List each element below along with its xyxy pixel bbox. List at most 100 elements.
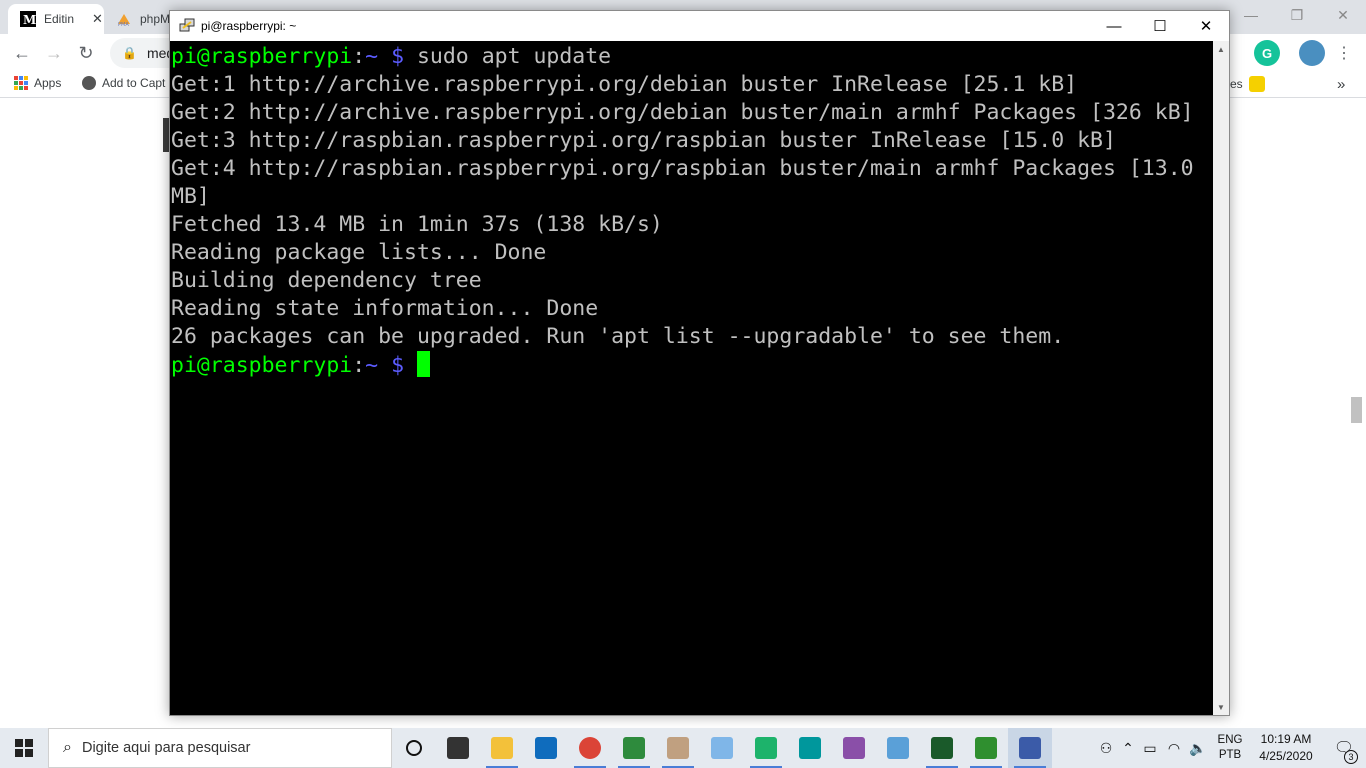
lock-icon: 🔒 <box>122 46 137 60</box>
terminal-output-line: Get:2 http://archive.raspberrypi.org/deb… <box>171 100 1194 125</box>
putty-icon <box>1019 737 1041 759</box>
page-scrollbar-thumb[interactable] <box>1351 397 1362 423</box>
spreadsheet-app-taskbar-button[interactable] <box>612 728 656 768</box>
network-tool-taskbar-button[interactable] <box>876 728 920 768</box>
terminal-scrollbar[interactable]: ▲ ▼ <box>1213 41 1229 715</box>
terminal-prompt-line[interactable]: pi@raspberrypi:~ $ <box>171 351 1213 379</box>
reload-icon[interactable]: ↻ <box>72 40 100 66</box>
file-explorer-taskbar-button[interactable] <box>480 728 524 768</box>
prompt-user: pi@raspberrypi <box>171 353 353 378</box>
search-placeholder: Digite aqui para pesquisar <box>81 740 251 756</box>
chrome-taskbar-button[interactable] <box>568 728 612 768</box>
prompt-colon: : <box>352 44 366 69</box>
terminal-title-bar[interactable]: pi@raspberrypi: ~ — ☐ ✕ <box>170 11 1229 41</box>
bookmark-fragment[interactable]: es <box>1230 76 1265 92</box>
codeblocks-1-icon <box>931 737 953 759</box>
close-icon[interactable]: ✕ <box>1320 0 1366 30</box>
terminal-output-area[interactable]: pi@raspberrypi:~ $ sudo apt update Get:1… <box>170 41 1213 715</box>
terminal-output-line: MB] <box>171 184 210 209</box>
volume-icon[interactable]: 🔈 <box>1186 740 1210 757</box>
terminal-output-line: Building dependency tree <box>171 268 482 293</box>
bookmark-add-to[interactable]: Add to Capt <box>82 76 165 90</box>
back-arrow-icon[interactable]: ← <box>8 40 36 66</box>
notepad-app-icon <box>711 737 733 759</box>
tab-close-icon[interactable]: ✕ <box>92 11 103 27</box>
wifi-icon[interactable]: ◠ <box>1162 740 1186 757</box>
smiley-bookmark-icon <box>1248 76 1265 92</box>
terminal-window-controls: — ☐ ✕ <box>1091 11 1229 41</box>
language-code: ENG <box>1217 734 1243 746</box>
scroll-up-arrow-icon[interactable]: ▲ <box>1213 41 1229 57</box>
prompt-path: ~ <box>365 353 379 378</box>
tab-label: Editin <box>44 12 75 26</box>
tab-label: phpM <box>140 12 171 26</box>
codeblocks-2-icon <box>975 737 997 759</box>
prompt-path: ~ <box>365 44 379 69</box>
forward-arrow-icon[interactable]: → <box>40 40 68 66</box>
start-button[interactable] <box>0 728 48 768</box>
windows-logo-icon <box>15 739 33 757</box>
node-editor-icon <box>755 737 777 759</box>
clock-time: 10:19 AM <box>1260 732 1312 746</box>
putty-taskbar-button[interactable] <box>1008 728 1052 768</box>
creature-app-icon <box>843 737 865 759</box>
action-center-button[interactable]: 🗨 3 <box>1322 738 1366 764</box>
taskbar-apps <box>436 728 1052 768</box>
svg-text:PMA: PMA <box>118 22 129 27</box>
bookmark-apps[interactable]: Apps <box>14 76 61 90</box>
tab-editing[interactable]: M Editin ✕ <box>8 4 104 34</box>
globe-icon <box>82 76 96 90</box>
battery-icon[interactable]: ▭ <box>1138 740 1162 757</box>
search-icon: ⌕ <box>63 739 72 756</box>
terminal-cursor <box>416 351 430 377</box>
people-icon[interactable]: ⚇ <box>1094 740 1118 757</box>
prompt-user: pi@raspberrypi <box>171 44 353 69</box>
grammarly-icon[interactable]: G <box>1254 40 1280 66</box>
arduino-icon <box>799 737 821 759</box>
task-view-icon <box>447 737 469 759</box>
input-language-indicator[interactable]: ENG PTB <box>1210 733 1250 763</box>
putty-icon <box>179 18 195 32</box>
restore-icon[interactable]: ❐ <box>1274 0 1320 30</box>
menu-kebab-icon[interactable]: ⋮ <box>1330 40 1358 66</box>
bookmark-label: Add to Capt <box>102 76 166 90</box>
minimize-icon[interactable]: — <box>1228 0 1274 30</box>
scroll-down-arrow-icon[interactable]: ▼ <box>1213 699 1229 715</box>
minimize-icon[interactable]: — <box>1091 11 1137 41</box>
taskbar-search-box[interactable]: ⌕ Digite aqui para pesquisar <box>48 728 392 768</box>
cortana-icon[interactable] <box>392 728 436 768</box>
windows-taskbar: ⌕ Digite aqui para pesquisar ⚇ ⌃ ▭ ◠ 🔈 E… <box>0 728 1366 768</box>
terminal-output-line: Get:4 http://raspbian.raspberrypi.org/ra… <box>171 156 1194 181</box>
clock[interactable]: 10:19 AM 4/25/2020 <box>1250 731 1322 765</box>
terminal-output-line: 26 packages can be upgraded. Run 'apt li… <box>171 324 1065 349</box>
apps-grid-icon <box>14 76 28 90</box>
maximize-icon[interactable]: ☐ <box>1137 11 1183 41</box>
tab-phpmyadmin[interactable]: PMA phpM <box>104 4 174 34</box>
mail-taskbar-button[interactable] <box>524 728 568 768</box>
clock-date: 4/25/2020 <box>1259 749 1313 763</box>
typed-command: sudo apt update <box>416 44 612 69</box>
tray-overflow-chevron-icon[interactable]: ⌃ <box>1118 740 1138 757</box>
terminal-output-line: Get:3 http://raspbian.raspberrypi.org/ra… <box>171 128 1116 153</box>
creature-app-taskbar-button[interactable] <box>832 728 876 768</box>
task-view-taskbar-button[interactable] <box>436 728 480 768</box>
close-icon[interactable]: ✕ <box>1183 11 1229 41</box>
arduino-taskbar-button[interactable] <box>788 728 832 768</box>
terminal-output-line: Get:1 http://archive.raspberrypi.org/deb… <box>171 72 1078 97</box>
node-editor-taskbar-button[interactable] <box>744 728 788 768</box>
notepad-app-taskbar-button[interactable] <box>700 728 744 768</box>
file-explorer-icon <box>491 737 513 759</box>
prompt-dollar: $ <box>378 353 417 378</box>
network-tool-icon <box>887 737 909 759</box>
svg-text:M: M <box>23 13 36 27</box>
codeblocks-1-taskbar-button[interactable] <box>920 728 964 768</box>
codeblocks-2-taskbar-button[interactable] <box>964 728 1008 768</box>
chrome-icon <box>579 737 601 759</box>
prompt-dollar: $ <box>378 44 417 69</box>
paint-taskbar-button[interactable] <box>656 728 700 768</box>
notification-badge: 3 <box>1344 750 1358 764</box>
bookmarks-overflow-icon[interactable]: » <box>1337 76 1345 93</box>
putty-terminal-window: pi@raspberrypi: ~ — ☐ ✕ pi@raspberrypi:~… <box>169 10 1230 716</box>
avatar[interactable] <box>1299 40 1325 66</box>
phpmyadmin-icon: PMA <box>116 11 132 27</box>
